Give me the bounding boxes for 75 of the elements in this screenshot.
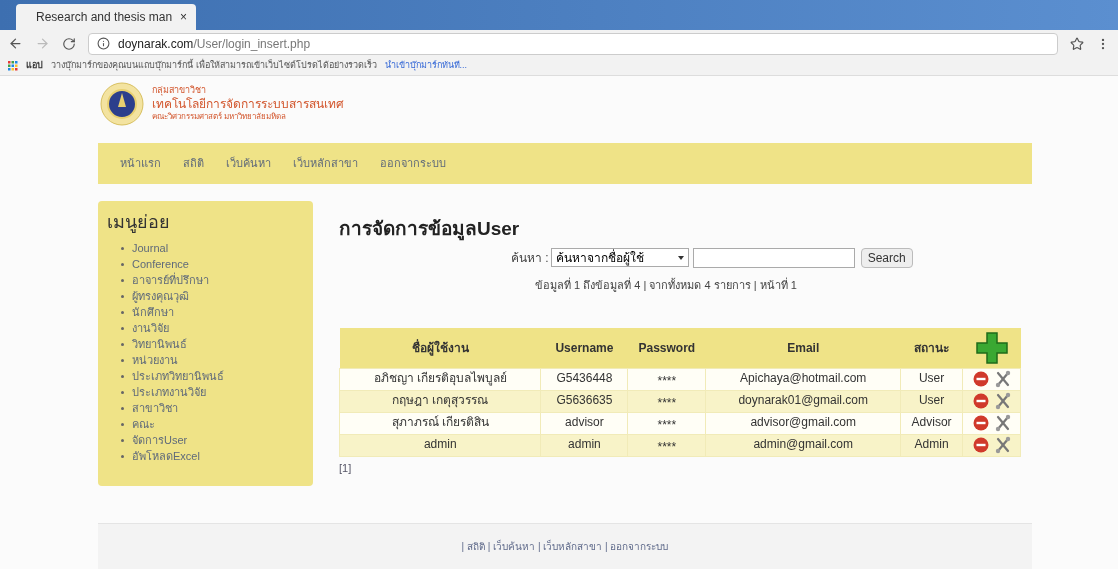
nav-link[interactable]: หน้าแรก <box>120 155 161 172</box>
table-cell: User <box>900 368 963 390</box>
table-cell: กฤษฎา เกตุสุวรรณ <box>339 390 541 412</box>
table-cell: **** <box>627 368 706 390</box>
table-cell: Apichaya@hotmail.com <box>705 368 901 390</box>
submenu-link[interactable]: Journal <box>132 240 169 256</box>
table-cell: advisor@gmail.com <box>705 412 901 434</box>
table-cell: doynarak01@gmail.com <box>705 390 901 412</box>
submenu-link[interactable]: งานวิจัย <box>132 320 169 336</box>
result-info: ข้อมูลที่ 1 ถึงข้อมูลที่ 4 | จากทั้งหมด 4 รายการ | หน้าที่ 1 <box>535 276 798 293</box>
pagination-link[interactable]: [1] <box>339 459 1023 476</box>
submenu-link[interactable]: วิทยานิพนธ์ <box>132 336 187 352</box>
table-cell: อภิชญา เกียรติอุบลไพบูลย์ <box>339 368 541 390</box>
table-cell: **** <box>627 390 706 412</box>
search-label: ค้นหา : <box>511 249 549 267</box>
submenu-link[interactable]: หน่วยงาน <box>132 352 178 368</box>
nav-link[interactable]: เว็บหลักสาขา <box>293 155 358 172</box>
browser-tab[interactable]: Research and thesis man × <box>16 4 196 30</box>
search-field[interactable] <box>692 247 855 268</box>
delete-icon[interactable] <box>972 437 989 453</box>
submenu-link[interactable]: สาขาวิชา <box>132 400 178 416</box>
logo-text: กลุ่มสาขาวิชา <box>152 85 206 96</box>
column-header: Email <box>705 328 901 368</box>
table-cell: **** <box>627 412 706 434</box>
submenu-link[interactable]: อาจารย์ที่ปรึกษา <box>132 272 209 288</box>
submenu-link[interactable]: ผู้ทรงคุณวุฒิ <box>132 288 189 304</box>
url-text: doynarak.com/User/login_insert.php <box>118 35 311 53</box>
column-header: สถานะ <box>900 328 963 368</box>
submenu-link[interactable]: นักศึกษา <box>132 304 174 320</box>
submenu-link[interactable]: จัดการUser <box>132 432 188 448</box>
submenu-link[interactable]: ประเภทงานวิจัย <box>132 384 206 400</box>
table-cell: admin@gmail.com <box>705 434 901 456</box>
add-icon[interactable] <box>974 330 1009 365</box>
search-type-select[interactable]: ค้นหาจากชื่อผู้ใช้ <box>550 248 689 267</box>
delete-icon[interactable] <box>972 393 989 409</box>
nav-link[interactable]: เว็บค้นหา <box>226 155 271 172</box>
footer-links: | สถิติ | เว็บค้นหา | เว็บหลักสาขา | ออกจากระบบ <box>461 539 669 554</box>
info-icon <box>97 37 110 50</box>
submenu-title: เมนูย่อย <box>107 211 171 235</box>
table-cell: User <box>900 390 963 412</box>
import-bookmarks-link[interactable]: นำเข้าบุ๊กมาร์กทันที... <box>384 59 468 73</box>
column-header: Password <box>627 328 706 368</box>
university-emblem <box>100 81 144 126</box>
table-cell: **** <box>627 434 706 456</box>
submenu-link[interactable]: Conference <box>132 256 189 272</box>
tab-title: Research and thesis man <box>36 9 173 26</box>
apps-label[interactable]: แอป <box>26 59 43 73</box>
bookmark-star-icon[interactable] <box>1070 36 1084 51</box>
table-cell: advisor <box>541 412 628 434</box>
table-cell: admin <box>339 434 541 456</box>
column-header: Username <box>541 328 628 368</box>
table-cell: Admin <box>900 434 963 456</box>
reload-icon[interactable] <box>62 36 76 51</box>
column-header: ชื่อผู้ใช้งาน <box>339 328 541 368</box>
apps-grid-icon[interactable] <box>8 61 18 71</box>
tab-close[interactable]: × <box>180 8 188 26</box>
delete-icon[interactable] <box>972 371 989 387</box>
nav-link[interactable]: สถิติ <box>183 155 204 172</box>
logo-text: เทคโนโลยีการจัดการระบบสารสนเทศ <box>152 96 344 112</box>
table-cell: G5636635 <box>541 390 628 412</box>
table-cell: สุภาภรณ์ เกียรติสิน <box>339 412 541 434</box>
logo-text: คณะวิศวกรรมศาสตร์ มหาวิทยาลัยมหิดล <box>152 111 288 122</box>
search-button[interactable]: Search <box>860 247 913 268</box>
nav-link[interactable]: ออกจากระบบ <box>380 155 446 172</box>
submenu-link[interactable]: ประเภทวิทยานิพนธ์ <box>132 368 224 384</box>
back-icon[interactable] <box>8 36 23 51</box>
table-cell: admin <box>541 434 628 456</box>
submenu-link[interactable]: คณะ <box>132 416 155 432</box>
table-cell: G5436448 <box>541 368 628 390</box>
delete-icon[interactable] <box>972 415 989 431</box>
address-field[interactable]: doynarak.com/User/login_insert.php <box>88 32 1058 55</box>
page-title: การจัดการข้อมูลUser <box>339 217 521 243</box>
submenu-link[interactable]: อัพโหลดExcel <box>132 448 200 464</box>
table-cell: Advisor <box>900 412 963 434</box>
bookmarks-hint: วางบุ๊กมาร์กของคุณบนแถบบุ๊กมาร์กนี้ เพื่อให้สามารถเข้าเว็บไซต์โปรดได้อย่างรวดเร็ว <box>51 59 377 73</box>
